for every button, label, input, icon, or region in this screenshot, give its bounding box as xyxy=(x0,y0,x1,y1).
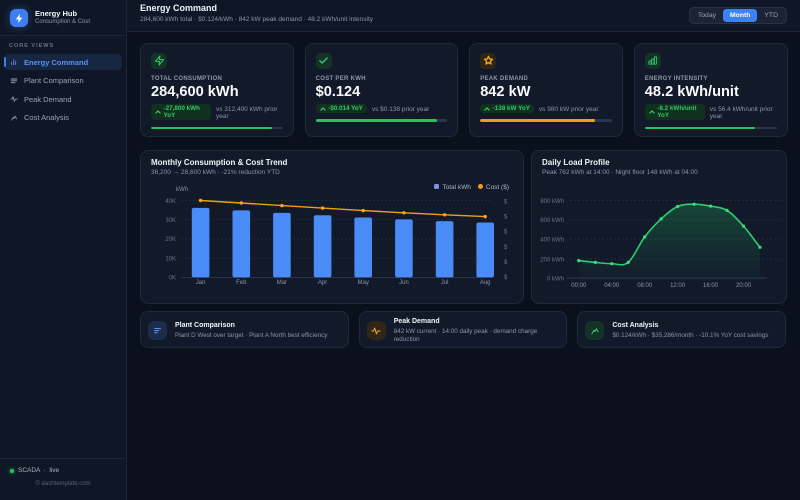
svg-text:40K: 40K xyxy=(165,199,176,205)
svg-text:Aug: Aug xyxy=(480,280,491,286)
svg-text:16:00: 16:00 xyxy=(703,283,719,289)
svg-text:0K: 0K xyxy=(169,276,176,282)
svg-text:$: $ xyxy=(504,230,508,236)
svg-text:08:00: 08:00 xyxy=(637,283,653,289)
svg-text:$: $ xyxy=(504,275,508,281)
svg-text:$: $ xyxy=(504,200,508,206)
svg-text:Jan: Jan xyxy=(196,280,206,286)
svg-text:20K: 20K xyxy=(165,237,176,243)
svg-text:800 kWh: 800 kWh xyxy=(540,199,564,205)
svg-text:400 kWh: 400 kWh xyxy=(540,237,564,243)
svg-text:$: $ xyxy=(504,260,508,266)
svg-text:600 kWh: 600 kWh xyxy=(540,218,564,224)
svg-text:04:00: 04:00 xyxy=(604,283,620,289)
svg-text:12:00: 12:00 xyxy=(670,283,686,289)
svg-text:30K: 30K xyxy=(165,218,176,224)
svg-text:$: $ xyxy=(504,215,508,221)
svg-text:200 kWh: 200 kWh xyxy=(540,257,564,263)
svg-text:Feb: Feb xyxy=(236,280,247,286)
svg-text:Jul: Jul xyxy=(441,280,449,286)
svg-text:00:00: 00:00 xyxy=(571,283,587,289)
svg-text:20:00: 20:00 xyxy=(736,283,752,289)
svg-text:10K: 10K xyxy=(165,256,176,262)
svg-text:0 kWh: 0 kWh xyxy=(547,276,564,282)
svg-text:Jun: Jun xyxy=(399,280,409,286)
svg-text:$: $ xyxy=(504,245,508,251)
svg-text:kWh: kWh xyxy=(176,187,188,193)
svg-text:Apr: Apr xyxy=(318,280,327,286)
svg-text:May: May xyxy=(358,280,369,286)
svg-text:Mar: Mar xyxy=(277,280,287,286)
